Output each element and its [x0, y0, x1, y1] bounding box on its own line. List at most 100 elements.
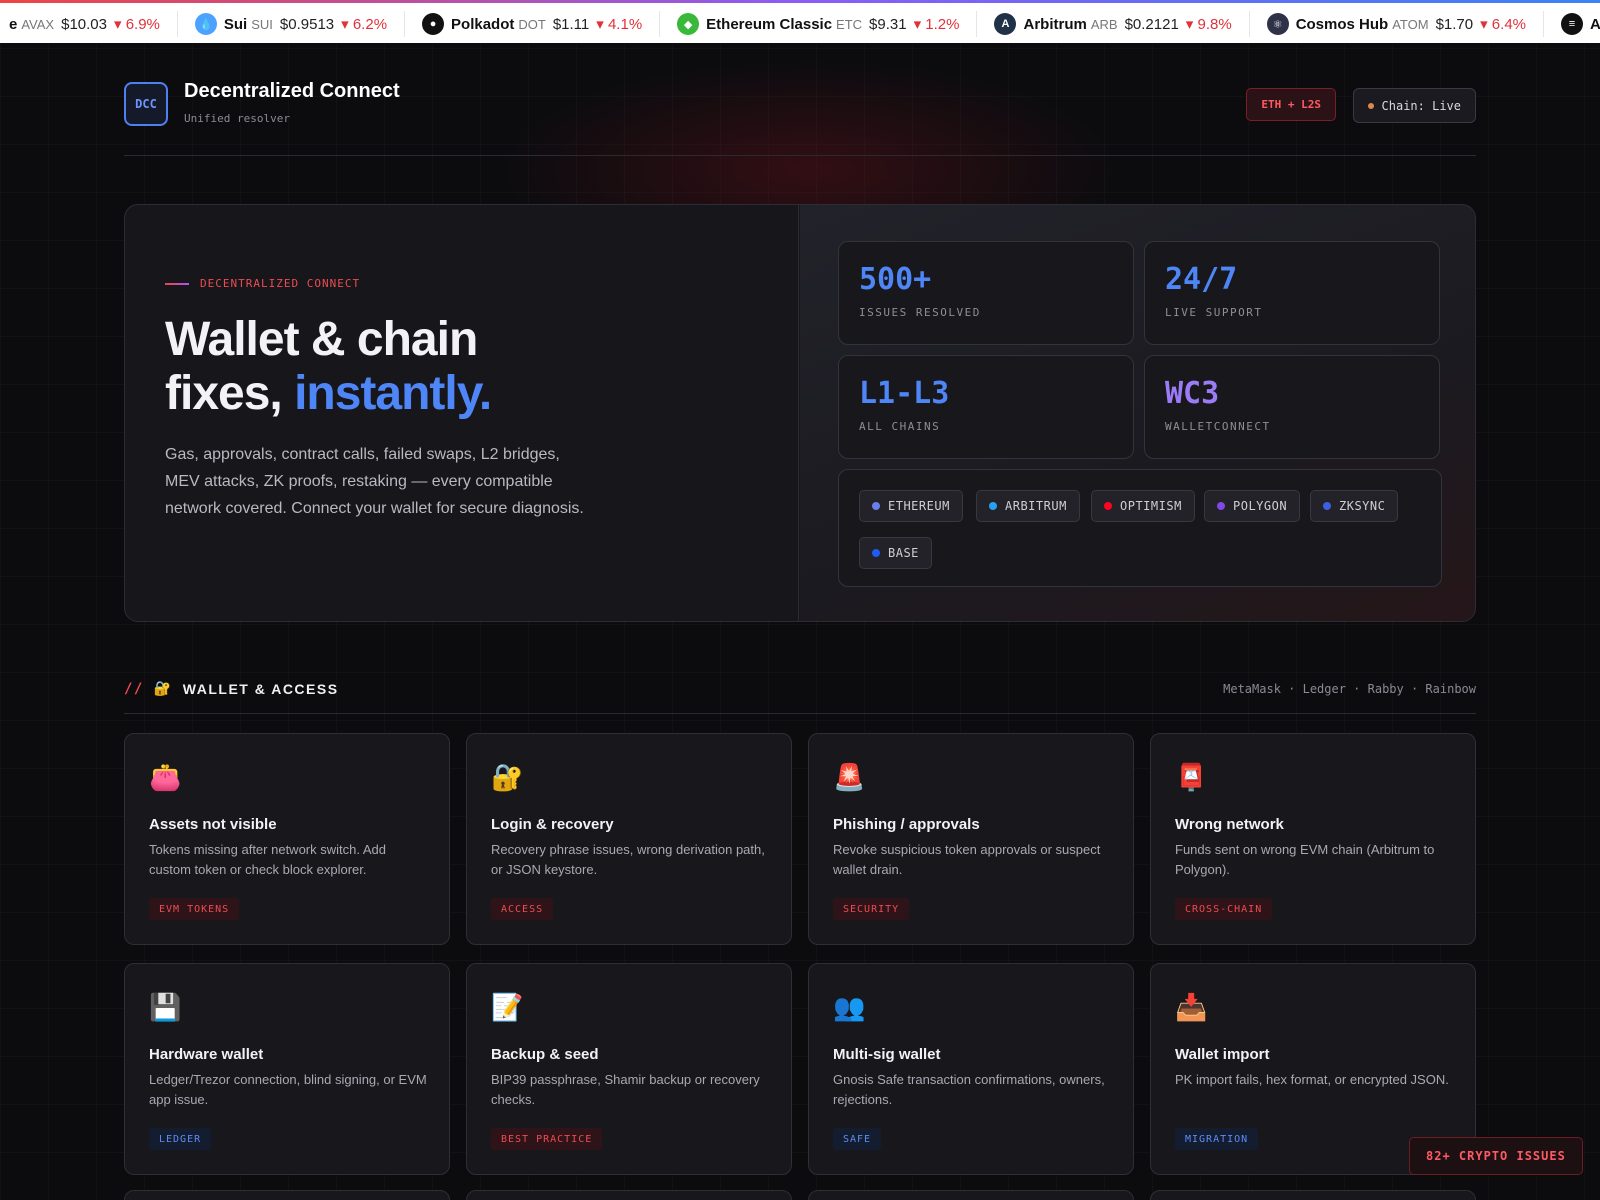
card-description: Tokens missing after network switch. Add… — [149, 842, 386, 877]
ticker-item[interactable]: ≡AptosAPT$0.76 — [1544, 11, 1600, 37]
coin-symbol: SUI — [251, 16, 273, 32]
card-icon: 🔐 — [491, 762, 524, 792]
card-icon: 📥 — [1175, 992, 1208, 1022]
coin-name: Arbitrum — [1023, 15, 1087, 33]
card-title: Wrong network — [1175, 816, 1284, 833]
card-tag: SAFE — [833, 1128, 882, 1150]
chain-status-label: Chain: Live — [1381, 98, 1461, 113]
chain-dot-icon — [1217, 502, 1225, 510]
stat-label: LIVE SUPPORT — [1165, 306, 1263, 319]
stat-value: 24/7 — [1165, 262, 1238, 297]
issue-card[interactable]: 💾 Hardware wallet Ledger/Trezor connecti… — [124, 963, 450, 1175]
chain-chip-ethereum[interactable]: ETHEREUM — [859, 490, 963, 522]
chain-dot-icon — [872, 502, 880, 510]
card-title: Hardware wallet — [149, 1046, 264, 1063]
section-title-label: WALLET & ACCESS — [182, 680, 339, 697]
stat-value: 500+ — [859, 262, 932, 297]
supported-chains: ETHEREUM ARBITRUM OPTIMISM POLYGON ZKSYN… — [838, 469, 1442, 587]
stat-label: WALLETCONNECT — [1165, 420, 1271, 433]
ticker-item[interactable]: ◆ Ethereum Classic ETC $9.31 ▾ 1.2% — [660, 11, 978, 37]
chain-chip-arbitrum[interactable]: ARBITRUM — [976, 490, 1080, 522]
stat-card: 500+ ISSUES RESOLVED — [838, 241, 1134, 345]
stat-label: ALL CHAINS — [859, 420, 941, 433]
chain-label: POLYGON — [1233, 499, 1288, 513]
chain-chip-polygon[interactable]: POLYGON — [1204, 490, 1301, 522]
coin-logo-icon: A — [994, 13, 1017, 35]
card-next-row[interactable] — [1150, 1190, 1476, 1200]
coin-price: $1.11 — [552, 15, 590, 33]
card-tag: EVM TOKENS — [149, 898, 240, 920]
hero-title-line1: Wallet & chain — [165, 313, 478, 366]
stat-card: L1-L3 ALL CHAINS — [838, 355, 1134, 459]
hero-title-line2: fixes, — [165, 367, 295, 420]
hero-description: Gas, approvals, contract calls, failed s… — [165, 446, 584, 517]
ticker-item[interactable]: 💧 Sui SUI $0.9513 ▾ 6.2% — [178, 11, 406, 37]
card-icon: 📝 — [491, 992, 524, 1022]
brand-subtitle: Unified resolver — [184, 112, 290, 125]
crypto-issues-button[interactable]: 82+ CRYPTO ISSUES — [1409, 1137, 1583, 1175]
card-tag: LEDGER — [149, 1128, 212, 1150]
coin-price: $0.9513 — [279, 15, 335, 33]
hero-intro: DECENTRALIZED CONNECT Wallet & chain fix… — [125, 205, 799, 621]
issue-card[interactable]: 🔐 Login & recovery Recovery phrase issue… — [466, 733, 792, 945]
coin-name: Ethereum Classic — [706, 15, 833, 33]
card-icon: 💾 — [149, 992, 182, 1022]
section-title: // 🔐 WALLET & ACCESS — [124, 680, 339, 697]
network-pill[interactable]: ETH + L2S — [1246, 88, 1336, 121]
issue-card[interactable]: 📝 Backup & seed BIP39 passphrase, Shamir… — [466, 963, 792, 1175]
ticker-item[interactable]: e AVAX $10.03 ▾ 6.9% — [0, 11, 178, 37]
ticker-item[interactable]: ● Polkadot DOT $1.11 ▾ 4.1% — [405, 11, 661, 37]
card-description: Ledger/Trezor connection, blind signing,… — [149, 1072, 427, 1107]
coin-change: ▾ 1.2% — [913, 16, 960, 33]
card-tag: MIGRATION — [1175, 1128, 1259, 1150]
coin-price: $10.03 — [61, 15, 107, 33]
ticker-item[interactable]: A Arbitrum ARB $0.2121 ▾ 9.8% — [977, 11, 1250, 37]
issue-card[interactable]: 📮 Wrong network Funds sent on wrong EVM … — [1150, 733, 1476, 945]
card-next-row[interactable] — [466, 1190, 792, 1200]
card-title: Login & recovery — [491, 816, 614, 833]
issue-card[interactable]: 👥 Multi-sig wallet Gnosis Safe transacti… — [808, 963, 1134, 1175]
stat-value: WC3 — [1165, 376, 1220, 411]
coin-price: $1.70 — [1435, 15, 1474, 33]
lock-icon: 🔐 — [153, 680, 173, 696]
section-header: // 🔐 WALLET & ACCESS MetaMask · Ledger ·… — [124, 680, 1476, 714]
brand-title: Decentralized Connect — [184, 80, 400, 102]
chain-label: ARBITRUM — [1005, 499, 1067, 513]
status-dot-icon — [1367, 102, 1374, 109]
card-icon: 🚨 — [833, 762, 866, 792]
brand-logo[interactable]: DCC — [124, 82, 168, 126]
chain-chip-zksync[interactable]: ZKSYNC — [1310, 490, 1399, 522]
hero-eyebrow: DECENTRALIZED CONNECT — [165, 277, 360, 290]
issue-card[interactable]: 👛 Assets not visible Tokens missing afte… — [124, 733, 450, 945]
chain-dot-icon — [872, 549, 880, 557]
price-ticker: e AVAX $10.03 ▾ 6.9% 💧 Sui SUI $0.9513 ▾ 6.2% ● Po… — [0, 0, 1600, 43]
issue-card[interactable]: 🚨 Phishing / approvals Revoke suspicious… — [808, 733, 1134, 945]
card-description: Funds sent on wrong EVM chain (Arbitrum … — [1175, 842, 1435, 877]
coin-price: $9.31 — [869, 15, 907, 33]
card-tag: CROSS-CHAIN — [1175, 898, 1273, 920]
card-next-row[interactable] — [124, 1190, 450, 1200]
card-tag: BEST PRACTICE — [491, 1128, 603, 1150]
coin-change: ▾ 6.4% — [1480, 16, 1526, 33]
chain-chip-base[interactable]: BASE — [859, 537, 932, 569]
eyebrow-line — [165, 282, 189, 285]
coin-symbol: DOT — [518, 16, 546, 32]
card-title: Backup & seed — [491, 1046, 599, 1063]
card-tag: SECURITY — [833, 898, 910, 920]
chain-chip-optimism[interactable]: OPTIMISM — [1091, 490, 1195, 522]
coin-logo-icon: 💧 — [194, 13, 217, 35]
coin-name: Aptos — [1590, 15, 1600, 33]
hero-panel: DECENTRALIZED CONNECT Wallet & chain fix… — [124, 204, 1476, 622]
coin-price: $0.2121 — [1124, 15, 1179, 33]
card-next-row[interactable] — [808, 1190, 1134, 1200]
chain-status-pill[interactable]: Chain: Live — [1352, 88, 1476, 123]
ticker-item[interactable]: ⚛ Cosmos Hub ATOM $1.70 ▾ 6.4% — [1250, 11, 1544, 37]
stat-card: WC3 WALLETCONNECT — [1144, 355, 1440, 459]
stat-value: L1-L3 — [859, 376, 950, 411]
card-icon: 👥 — [833, 992, 866, 1022]
hero-stats-panel: 500+ ISSUES RESOLVED 24/7 LIVE SUPPORT L… — [800, 205, 1475, 621]
coin-symbol: ATOM — [1392, 16, 1429, 32]
card-icon: 📮 — [1175, 762, 1208, 792]
ticker-track: e AVAX $10.03 ▾ 6.9% 💧 Sui SUI $0.9513 ▾ 6.2% ● Po… — [0, 11, 1600, 37]
coin-change: ▾ 9.8% — [1185, 16, 1232, 33]
